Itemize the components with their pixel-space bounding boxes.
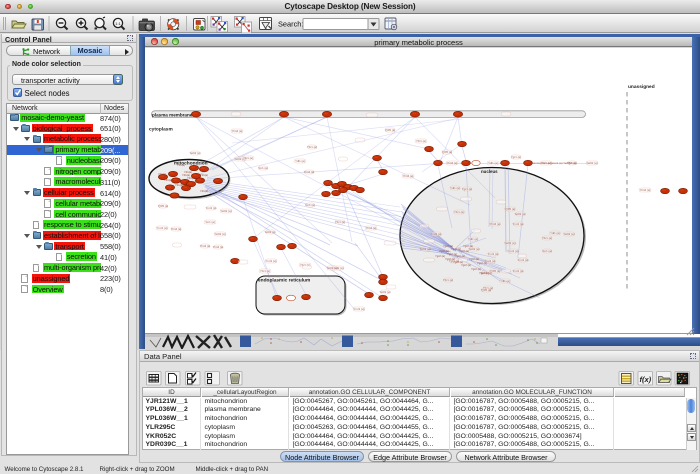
svg-text:Yjl05 (a): Yjl05 (a) [505, 207, 515, 211]
svg-text:Ybr1 (a): Ybr1 (a) [416, 139, 426, 143]
svg-text:Ygr2 (a): Ygr2 (a) [479, 271, 489, 275]
svg-text:Yd1(a): Yd1(a) [158, 172, 166, 176]
svg-text:Ylr44 (a): Ylr44 (a) [447, 161, 458, 165]
svg-text:Yd1(a): Yd1(a) [200, 189, 208, 193]
svg-text:Yd1(a): Yd1(a) [200, 173, 208, 177]
svg-text:unassigned: unassigned [628, 84, 655, 90]
svg-text:Ybr1 (a): Ybr1 (a) [542, 236, 552, 240]
svg-text:Ygr1 (a): Ygr1 (a) [462, 187, 472, 191]
svg-text:Ylr44 (a): Ylr44 (a) [232, 129, 243, 133]
svg-text:Ymr2 (a): Ymr2 (a) [488, 252, 499, 256]
svg-text:Yd1(a): Yd1(a) [193, 180, 201, 184]
svg-text:Ydl1 (a): Ydl1 (a) [550, 231, 560, 235]
svg-text:Ygr2 (a): Ygr2 (a) [459, 249, 469, 253]
svg-text:Ylr44 (a): Ylr44 (a) [213, 245, 224, 249]
svg-text:Ydl1 (a): Ydl1 (a) [500, 279, 510, 283]
svg-text:Ymr2 (a): Ymr2 (a) [157, 226, 168, 230]
svg-text:Ylr44 (a): Ylr44 (a) [366, 226, 377, 230]
svg-text:Ybr1 (a): Ybr1 (a) [243, 156, 253, 160]
svg-text:Ymr2 (a): Ymr2 (a) [206, 206, 217, 210]
svg-text:Ydl1 (a): Ydl1 (a) [488, 161, 498, 165]
svg-text:Ymr2 (a): Ymr2 (a) [431, 232, 442, 236]
svg-text:mitochondrion: mitochondrion [174, 161, 208, 167]
svg-text:Ybr1 (a): Ybr1 (a) [307, 145, 317, 149]
svg-text:Yor1 (a): Yor1 (a) [542, 249, 552, 253]
svg-text:Yd1(a): Yd1(a) [164, 178, 172, 182]
svg-text:Yor1 (a): Yor1 (a) [305, 203, 315, 207]
svg-text:Yel02 (a): Yel02 (a) [504, 241, 515, 245]
svg-text:Ygr1 (a): Ygr1 (a) [511, 155, 521, 159]
svg-text:Ybr1 (a): Ybr1 (a) [443, 278, 453, 282]
svg-text:endoplasmic reticulum: endoplasmic reticulum [258, 278, 310, 284]
svg-text:Yel02 (a): Yel02 (a) [419, 247, 430, 251]
svg-text:Search:: Search: [278, 19, 303, 28]
svg-text:Yor1 (a): Yor1 (a) [205, 220, 215, 224]
svg-text:Yel02 (a): Yel02 (a) [214, 232, 225, 236]
svg-text:Ylr44 (a): Ylr44 (a) [200, 244, 211, 248]
svg-text:nucleus: nucleus [481, 169, 498, 174]
svg-text:Yjl05 (a): Yjl05 (a) [385, 128, 395, 132]
svg-text:Yd1(a): Yd1(a) [182, 173, 190, 177]
svg-text:Yel02 (a): Yel02 (a) [220, 209, 231, 213]
svg-text:Yjl05 (a): Yjl05 (a) [158, 204, 168, 208]
svg-text:1:1: 1:1 [115, 21, 121, 26]
svg-text:Ygr2 (a): Ygr2 (a) [435, 254, 445, 258]
svg-text:Ylr44 (a): Ylr44 (a) [304, 170, 315, 174]
svg-text:Ymr2 (a): Ymr2 (a) [266, 259, 277, 263]
svg-text:Ylr44 (a): Ylr44 (a) [403, 174, 414, 178]
svg-text:Ymr2 (a): Ymr2 (a) [354, 307, 365, 311]
svg-text:Yel02 (a): Yel02 (a) [189, 151, 200, 155]
svg-text:Yel02 (a): Yel02 (a) [563, 232, 574, 236]
svg-text:Ygr2 (a): Ygr2 (a) [455, 254, 465, 258]
svg-text:Ymr2 (a): Ymr2 (a) [508, 249, 519, 253]
svg-text:Ylr44 (a): Ylr44 (a) [171, 227, 182, 231]
svg-text:Yel02 (a): Yel02 (a) [379, 290, 390, 294]
svg-text:Yel02 (a): Yel02 (a) [326, 266, 337, 270]
svg-text:Ygr2 (a): Ygr2 (a) [463, 244, 473, 248]
svg-text:Ydl1 (a): Ydl1 (a) [295, 159, 305, 163]
svg-text:Yd1(a): Yd1(a) [175, 183, 183, 187]
svg-text:Ygr2 (a): Ygr2 (a) [461, 263, 471, 267]
svg-text:Yel02 (a): Yel02 (a) [264, 230, 275, 234]
svg-text:ammonium-adjacent (a) Yer053 (: ammonium-adjacent (a) Yer053 (a) [533, 161, 576, 165]
svg-text:Ymr2 (a): Ymr2 (a) [518, 258, 529, 262]
svg-text:Ybr1 (a): Ybr1 (a) [260, 269, 270, 273]
svg-text:plasma membrane: plasma membrane [152, 112, 193, 117]
svg-text:Ydl1 (a): Ydl1 (a) [468, 237, 478, 241]
svg-text:Yor1 (a): Yor1 (a) [258, 166, 268, 170]
svg-text:Ydl1 (a): Ydl1 (a) [450, 186, 460, 190]
svg-text:Yjl05 (a): Yjl05 (a) [442, 150, 452, 154]
svg-text:f(x): f(x) [639, 375, 651, 384]
svg-text:Yel02 (a): Yel02 (a) [586, 161, 597, 165]
svg-text:Ygr2 (a): Ygr2 (a) [477, 261, 487, 265]
svg-text:Ygr2 (a): Ygr2 (a) [439, 249, 449, 253]
svg-text:Ylr44 (a): Ylr44 (a) [490, 222, 501, 226]
svg-text:Ymr2 (a): Ymr2 (a) [513, 222, 524, 226]
svg-text:Ylr44 (a): Ylr44 (a) [640, 188, 651, 192]
svg-text:Yel02 (a): Yel02 (a) [514, 212, 525, 216]
svg-text:Ymr2 (a): Ymr2 (a) [513, 269, 524, 273]
svg-text:Ybr1 (a): Ybr1 (a) [335, 220, 345, 224]
svg-text:Yjl05 (a): Yjl05 (a) [481, 288, 491, 292]
svg-text:Ybr1 (a): Ybr1 (a) [454, 210, 464, 214]
svg-text:cytoplasm: cytoplasm [149, 127, 173, 133]
